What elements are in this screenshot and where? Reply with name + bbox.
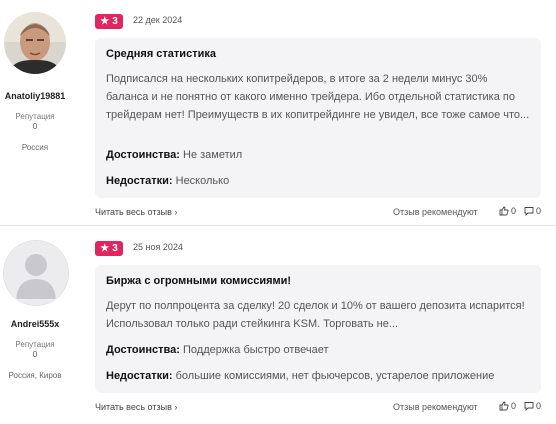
review-title[interactable]: Средняя статистика xyxy=(106,48,216,60)
comment-count: 0 xyxy=(535,401,541,411)
recommend-label: Отзыв рекомендуют xyxy=(393,207,478,217)
like-count: 0 xyxy=(510,401,516,411)
chevron-right-icon: › xyxy=(174,402,178,412)
read-more-link[interactable]: Читать весь отзыв › xyxy=(95,402,177,412)
star-icon: ★ xyxy=(100,16,110,27)
author-country: Россия xyxy=(21,143,49,152)
review-title[interactable]: Биржа с огромными комиссиями! xyxy=(106,275,291,287)
like-button[interactable]: 0 xyxy=(499,401,516,411)
review-card: Биржа с огромными комиссиями! Дерут по п… xyxy=(95,265,541,393)
recommend-label: Отзыв рекомендуют xyxy=(393,402,478,412)
pros-label: Достоинства: xyxy=(106,344,180,356)
star-icon: ★ xyxy=(100,243,110,254)
like-count: 0 xyxy=(510,206,516,216)
username[interactable]: Anatoliy19881 xyxy=(0,91,70,101)
review-date: 22 дек 2024 xyxy=(133,15,183,25)
chevron-right-icon: › xyxy=(174,207,178,217)
review-text: Подписался на нескольких копитрейдеров, … xyxy=(106,73,530,121)
pros-text: Не заметил xyxy=(183,149,243,161)
reputation-label: Репутация xyxy=(15,340,55,349)
rating-value: 3 xyxy=(112,243,118,254)
pros-label: Достоинства: xyxy=(106,149,180,161)
author-country: Россия, Киров xyxy=(8,371,62,380)
vote-group: 0 0 xyxy=(499,206,541,216)
reputation-value: 0 xyxy=(32,122,38,131)
rating-badge: ★ 3 xyxy=(95,14,123,29)
review-pros: Достоинства: Не заметил xyxy=(106,149,242,161)
avatar[interactable] xyxy=(4,12,66,74)
read-more-label: Читать весь отзыв xyxy=(95,207,172,217)
reputation-value: 0 xyxy=(32,350,38,359)
thumbs-up-icon xyxy=(499,401,509,411)
cons-label: Недостатки: xyxy=(106,370,173,382)
avatar[interactable] xyxy=(3,240,69,306)
read-more-link[interactable]: Читать весь отзыв › xyxy=(95,207,177,217)
username[interactable]: Andrei555x xyxy=(0,319,70,329)
review-card: Средняя статистика Подписался на несколь… xyxy=(95,38,541,198)
review-item: Andrei555x Репутация 0 Россия, Киров ★ 3… xyxy=(0,230,556,424)
comment-icon xyxy=(524,402,534,411)
rating-badge: ★ 3 xyxy=(95,241,123,256)
review-cons: Недостатки: большие комиссиями, нет фьюч… xyxy=(106,370,494,382)
vote-group: 0 0 xyxy=(499,401,541,411)
review-item: Anatoliy19881 Репутация 0 Россия ★ 3 22 … xyxy=(0,0,556,220)
review-pros: Достоинства: Поддержка быстро отвечает xyxy=(106,344,329,356)
review-text: Дерут по полпроцента за сделку! 20 сдело… xyxy=(106,300,525,330)
comment-icon xyxy=(524,207,534,216)
cons-text: Несколько xyxy=(175,175,230,187)
cons-text: большие комиссиями, нет фьючерсов, устар… xyxy=(175,370,495,382)
review-date: 25 ноя 2024 xyxy=(133,242,183,252)
read-more-label: Читать весь отзыв xyxy=(95,402,172,412)
pros-text: Поддержка быстро отвечает xyxy=(183,344,329,356)
divider xyxy=(0,225,556,226)
thumbs-up-icon xyxy=(499,206,509,216)
comments-button[interactable]: 0 xyxy=(524,401,541,411)
comment-count: 0 xyxy=(535,206,541,216)
like-button[interactable]: 0 xyxy=(499,206,516,216)
reputation-label: Репутация xyxy=(15,112,55,121)
comments-button[interactable]: 0 xyxy=(524,206,541,216)
rating-value: 3 xyxy=(112,16,118,27)
review-cons: Недостатки: Несколько xyxy=(106,175,229,187)
cons-label: Недостатки: xyxy=(106,175,173,187)
